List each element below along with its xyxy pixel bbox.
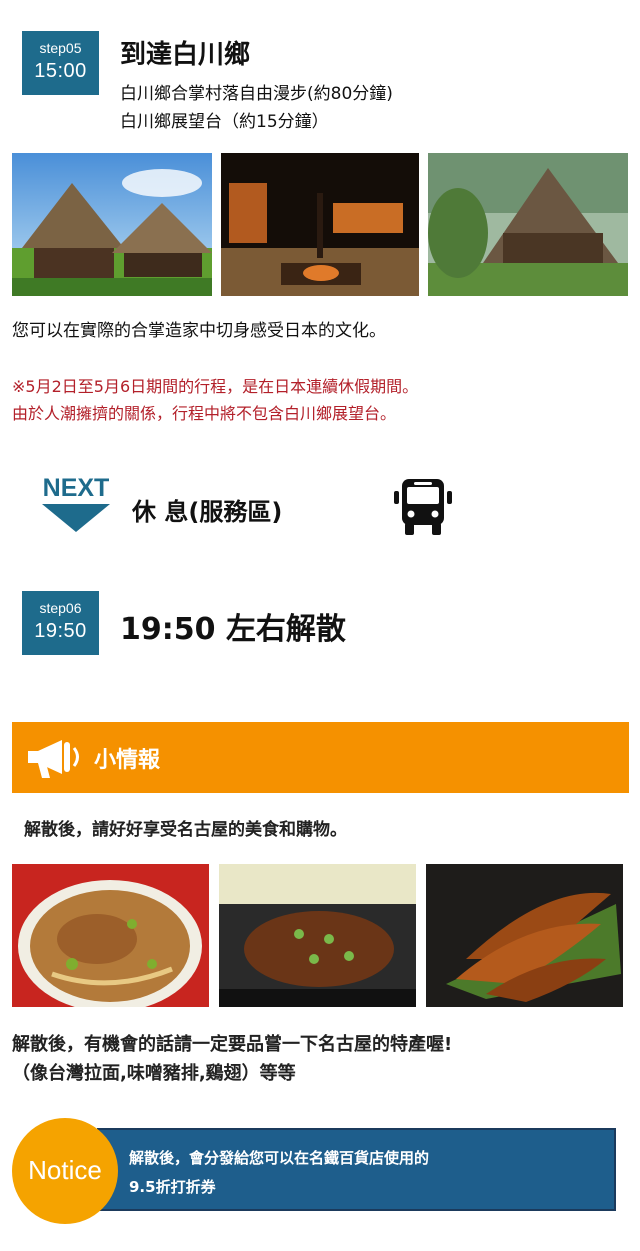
step-time: 15:00: [34, 60, 87, 82]
taiwan-ramen-photo: [12, 864, 209, 1007]
megaphone-icon: [28, 740, 79, 778]
step05-description: 您可以在實際的合掌造家中切身感受日本的文化。: [12, 321, 386, 341]
holiday-note-1: ※5月2日至5月6日期間的行程，是在日本連續休假期間。: [12, 377, 419, 396]
rest-stop-title: 休 息(服務區): [132, 498, 283, 526]
step05-title: 到達白川鄉: [120, 40, 251, 70]
notice-box: 解散後，會分發給您可以在名鐵百貨店使用的 9.5折打折券: [97, 1128, 616, 1211]
notice-line-1: 解散後，會分發給您可以在名鐵百貨店使用的: [129, 1149, 430, 1167]
notice-badge: Notice: [12, 1118, 118, 1224]
food-recommendation-2: （像台灣拉面,味噌豬排,鷄翅）等等: [12, 1063, 296, 1084]
irori-hearth-interior-photo: [221, 153, 419, 296]
next-label: NEXT: [42, 474, 110, 502]
down-arrow-icon: [42, 504, 110, 532]
step05-detail-2: 白川鄉展望台（約15分鐘）: [120, 112, 329, 132]
step06-title: 19:50 左右解散: [120, 612, 346, 647]
gassho-village-photo: [12, 153, 212, 296]
next-indicator: NEXT: [36, 474, 116, 536]
step-label: step06: [39, 600, 82, 616]
notice-line-2: 9.5折打折券: [129, 1178, 216, 1196]
step05-detail-1: 白川鄉合掌村落自由漫步(約80分鐘): [120, 84, 393, 104]
info-banner: 小情報: [12, 722, 629, 793]
notice-label: Notice: [28, 1155, 102, 1185]
thatched-house-garden-photo: [428, 153, 628, 296]
info-subtitle: 解散後，請好好享受名古屋的美食和購物。: [24, 820, 347, 840]
chicken-wings-photo: [426, 864, 623, 1007]
step05-badge: step05 15:00: [22, 31, 99, 95]
food-recommendation-1: 解散後，有機會的話請一定要品嘗一下名古屋的特產喔!: [12, 1034, 453, 1055]
step-time: 19:50: [34, 620, 87, 642]
bus-icon: [394, 479, 452, 535]
step-label: step05: [39, 40, 82, 56]
step06-badge: step06 19:50: [22, 591, 99, 655]
miso-katsu-photo: [219, 864, 416, 1007]
holiday-note-2: 由於人潮擁擠的關係，行程中將不包含白川鄉展望台。: [12, 404, 397, 423]
info-title: 小情報: [94, 748, 161, 773]
